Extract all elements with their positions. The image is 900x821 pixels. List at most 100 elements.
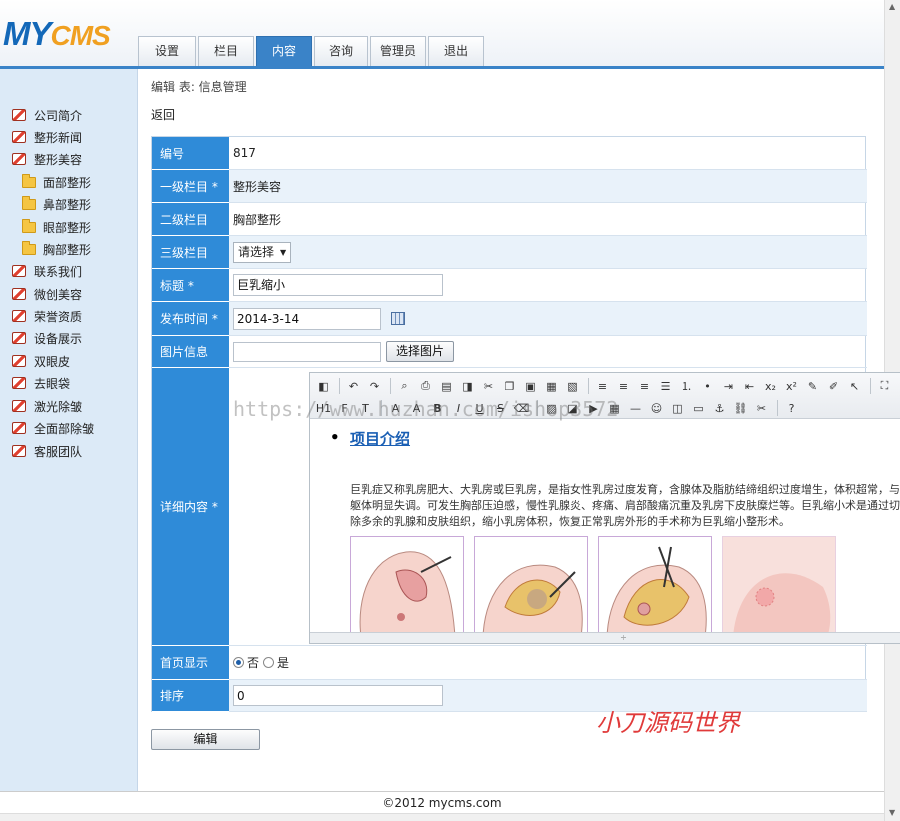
- flash-icon[interactable]: ◪: [563, 399, 582, 417]
- help-icon[interactable]: ?: [782, 399, 801, 417]
- category3-select[interactable]: 请选择 ▼: [233, 241, 292, 263]
- underline-icon[interactable]: U: [470, 399, 489, 417]
- sidebar-item-company-intro[interactable]: 公司简介: [12, 106, 82, 124]
- undo-icon[interactable]: ↶: [344, 377, 363, 395]
- sidebar-item-equipment[interactable]: 设备展示: [12, 329, 82, 347]
- surgery-diagram-3: [598, 536, 712, 632]
- sidebar-item-eye[interactable]: 眼部整形: [22, 218, 91, 236]
- title-input[interactable]: 巨乳缩小: [233, 274, 443, 296]
- id-value: 817: [229, 137, 867, 170]
- strikethrough-icon[interactable]: S: [491, 399, 510, 417]
- font-family-icon[interactable]: F: [335, 399, 354, 417]
- bold-icon[interactable]: B: [428, 399, 447, 417]
- field-label: 首页显示: [152, 646, 229, 680]
- redo-icon[interactable]: ↷: [365, 377, 384, 395]
- map-icon[interactable]: ◫: [668, 399, 687, 417]
- tab-columns[interactable]: 栏目: [198, 36, 254, 66]
- sidebar-item-news[interactable]: 整形新闻: [12, 128, 82, 146]
- paste-word-icon[interactable]: ▧: [563, 377, 582, 395]
- text-color-icon[interactable]: A: [386, 399, 405, 417]
- align-justify-icon[interactable]: ☰: [656, 377, 675, 395]
- table-icon[interactable]: ▦: [605, 399, 624, 417]
- anchor-icon[interactable]: ⚓: [710, 399, 729, 417]
- main-content: 编辑 表: 信息管理 返回 编号 817 一级栏目 * 整形美容 二级栏目 胸部…: [138, 69, 900, 791]
- publish-time-input[interactable]: 2014-3-14: [233, 307, 381, 330]
- form-row-title: 标题 * 巨乳缩小: [152, 269, 867, 302]
- clear-format-icon[interactable]: ✎: [803, 377, 822, 395]
- horizontal-scrollbar[interactable]: [0, 813, 884, 821]
- align-center-icon[interactable]: ≡: [614, 377, 633, 395]
- code-icon[interactable]: ◨: [458, 377, 477, 395]
- tab-admin[interactable]: 管理员: [370, 36, 426, 66]
- field-label: 标题 *: [152, 269, 229, 302]
- sidebar-item-honors[interactable]: 荣誉资质: [12, 307, 82, 325]
- sidebar-item-cosmetic[interactable]: 整形美容: [12, 150, 82, 168]
- ordered-list-icon[interactable]: ⒈: [677, 377, 696, 395]
- subscript-icon[interactable]: x₂: [761, 377, 780, 395]
- field-label: 排序: [152, 680, 229, 712]
- homepage-no-radio[interactable]: 否: [233, 654, 259, 671]
- unlink-icon[interactable]: ✂: [752, 399, 771, 417]
- template-icon[interactable]: ▤: [437, 377, 456, 395]
- tab-logout[interactable]: 退出: [428, 36, 484, 66]
- editor-resize-handle[interactable]: ÷: [310, 632, 900, 643]
- eraser-icon[interactable]: ⌫: [512, 399, 531, 417]
- pointer-icon[interactable]: ↖: [845, 377, 864, 395]
- field-label: 发布时间 *: [152, 302, 229, 336]
- media-icon[interactable]: ▶: [584, 399, 603, 417]
- sidebar-item-breast[interactable]: 胸部整形: [22, 240, 91, 258]
- sidebar-item-laser[interactable]: 激光除皱: [12, 397, 82, 415]
- print-icon[interactable]: ⎙: [416, 377, 435, 395]
- tab-inquiry[interactable]: 咨询: [314, 36, 368, 66]
- outdent-icon[interactable]: ⇤: [740, 377, 759, 395]
- highlight-color-icon[interactable]: A: [407, 399, 426, 417]
- source-icon[interactable]: ◧: [314, 377, 333, 395]
- sidebar-item-face[interactable]: 面部整形: [22, 173, 91, 191]
- page-break-icon[interactable]: ▭: [689, 399, 708, 417]
- picture-icon: [12, 332, 26, 344]
- unordered-list-icon[interactable]: •: [698, 377, 717, 395]
- sidebar-item-full-face[interactable]: 全面部除皱: [12, 419, 94, 437]
- sidebar-item-service-team[interactable]: 客服团队: [12, 442, 82, 460]
- sidebar-item-eye-bags[interactable]: 去眼袋: [12, 374, 70, 392]
- select-all-icon[interactable]: ✐: [824, 377, 843, 395]
- hr-icon[interactable]: —: [626, 399, 645, 417]
- scroll-up-icon[interactable]: ▲: [889, 2, 895, 11]
- rich-text-editor: ◧ ↶ ↷ ⌕ ⎙ ▤ ◨ ✂ ❐ ▣ ▦ ▧ ≡ ≡ ≡ ☰ ⒈ • ⇥ ⇤ …: [309, 372, 900, 644]
- paste-text-icon[interactable]: ▦: [542, 377, 561, 395]
- tab-content[interactable]: 内容: [256, 36, 312, 66]
- image-path-input[interactable]: [233, 341, 381, 362]
- emoticon-icon[interactable]: ☺: [647, 399, 666, 417]
- preview-icon[interactable]: ⌕: [395, 377, 414, 395]
- paste-icon[interactable]: ▣: [521, 377, 540, 395]
- superscript-icon[interactable]: x²: [782, 377, 801, 395]
- font-size-icon[interactable]: T: [356, 399, 375, 417]
- align-right-icon[interactable]: ≡: [635, 377, 654, 395]
- sidebar-item-nose[interactable]: 鼻部整形: [22, 195, 91, 213]
- form-row-category3: 三级栏目 请选择 ▼: [152, 236, 867, 269]
- link-icon[interactable]: ⛓: [731, 399, 750, 417]
- scroll-down-icon[interactable]: ▼: [889, 808, 895, 817]
- italic-icon[interactable]: I: [449, 399, 468, 417]
- folder-icon: [22, 240, 36, 255]
- field-label: 编号: [152, 137, 229, 170]
- choose-image-button[interactable]: 选择图片: [386, 341, 454, 362]
- heading-icon[interactable]: H1: [314, 399, 333, 417]
- fullscreen-icon[interactable]: ⛶: [875, 377, 894, 395]
- sidebar-item-contact[interactable]: 联系我们: [12, 262, 82, 280]
- align-left-icon[interactable]: ≡: [593, 377, 612, 395]
- sidebar-item-minimally-invasive[interactable]: 微创美容: [12, 285, 82, 303]
- breadcrumb: 编辑 表: 信息管理: [151, 80, 247, 94]
- editor-content[interactable]: 项目介绍 巨乳症又称乳房肥大、大乳房或巨乳房，是指女性乳房过度发育，含腺体及脂肪…: [310, 420, 900, 632]
- sort-input[interactable]: 0: [233, 685, 443, 706]
- back-link[interactable]: 返回: [151, 106, 175, 123]
- cut-icon[interactable]: ✂: [479, 377, 498, 395]
- submit-edit-button[interactable]: 编辑: [151, 729, 260, 750]
- indent-icon[interactable]: ⇥: [719, 377, 738, 395]
- copy-icon[interactable]: ❐: [500, 377, 519, 395]
- calendar-icon[interactable]: [391, 312, 405, 325]
- tab-settings[interactable]: 设置: [138, 36, 196, 66]
- image-icon[interactable]: ▨: [542, 399, 561, 417]
- homepage-yes-radio[interactable]: 是: [263, 654, 289, 671]
- sidebar-item-double-eyelid[interactable]: 双眼皮: [12, 352, 70, 370]
